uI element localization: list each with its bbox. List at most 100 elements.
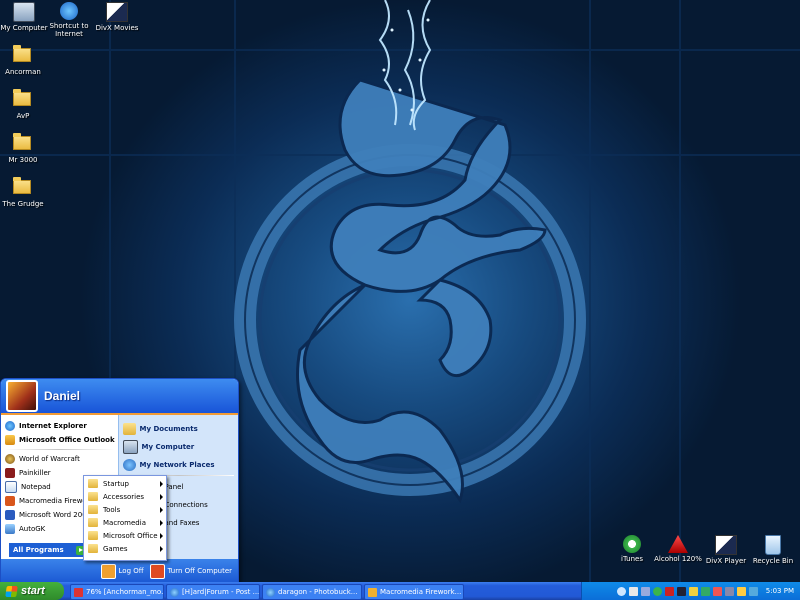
user-name: Daniel [44,389,81,403]
tray-chevron-icon[interactable] [616,586,626,596]
folder-icon [13,177,31,194]
tray-itunes-icon[interactable] [652,586,662,596]
tray-app-icon[interactable] [724,586,734,596]
tray-alcohol-icon[interactable] [664,586,674,596]
start-button[interactable]: start [0,582,64,600]
submenu-item-label: Accessories [103,492,145,501]
autogk-icon [5,524,15,534]
windows-flag-icon [5,585,18,597]
user-avatar[interactable] [6,380,38,412]
menu-item-my-network-places[interactable]: My Network Places [119,457,239,472]
taskbar-button-photobucket[interactable]: daragon - Photobuck... [262,584,362,600]
word-icon [5,510,15,520]
taskbar-button-autogk[interactable]: 76% [Anchorman_mo... [70,584,164,600]
ie-task-icon [170,587,179,597]
arrow-right-icon [160,533,163,539]
notepad-icon [5,481,17,493]
menu-item-label: My Computer [141,442,195,451]
desktop-icon-recycle-bin[interactable]: Recycle Bin [743,535,800,565]
submenu-item-tools[interactable]: Tools [84,503,166,516]
autogk-task-icon [74,587,83,597]
menu-item-label: Connections [164,500,208,509]
folder-icon [88,518,98,527]
menu-item-label: AutoGK [19,525,46,533]
tray-app-icon[interactable] [736,586,746,596]
submenu-item-macromedia[interactable]: Macromedia [84,516,166,529]
submenu-item-label: Games [103,544,128,553]
taskbar-button-fireworks[interactable]: Macromedia Firework... [364,584,464,600]
folder-icon [88,531,98,540]
painkiller-icon [5,468,15,478]
submenu-item-label: Macromedia [103,518,146,527]
menu-item-label: World of Warcraft [19,455,80,463]
log-off-button[interactable]: Log Off [100,563,144,579]
power-icon [149,563,165,579]
taskbar-button-label: daragon - Photobuck... [278,588,358,596]
desktop-folder-mr3000[interactable]: Mr 3000 [0,132,53,164]
arrow-right-icon [160,546,163,552]
my-computer-icon [13,2,35,22]
menu-item-label: Internet Explorer [19,422,87,430]
all-programs-label: All Programs [13,546,64,554]
start-menu-header: Daniel [1,379,238,413]
menu-item-my-computer[interactable]: My Computer [119,439,239,454]
arrow-right-icon [160,520,163,526]
fireworks-icon [5,496,15,506]
turn-off-label: Turn Off Computer [167,567,232,575]
menu-item-label: Microsoft Word 2003 [19,511,92,519]
submenu-item-games[interactable]: Games [84,542,166,555]
menu-item-internet-explorer[interactable]: Internet Explorer [1,420,118,432]
menu-item-label: Notepad [21,483,51,491]
arrow-right-icon [160,507,163,513]
menu-separator [5,449,114,450]
folder-icon [88,505,98,514]
desktop-folder-ancorman[interactable]: Ancorman [0,44,53,76]
log-off-label: Log Off [118,567,144,575]
submenu-item-startup[interactable]: Startup [84,477,166,490]
internet-explorer-icon [60,2,78,20]
desktop-icon-label: Recycle Bin [752,557,794,565]
desktop-icon-divx-movies[interactable]: DivX Movies [87,2,147,32]
arrow-right-icon [160,481,163,487]
taskbar: start 76% [Anchorman_mo... [H]ard|Forum … [0,582,800,600]
desktop-folder-the-grudge[interactable]: The Grudge [0,176,53,208]
menu-item-label: and Faxes [164,518,200,527]
tray-display-icon[interactable] [700,586,710,596]
menu-item-my-documents[interactable]: My Documents [119,421,239,436]
wow-icon [5,454,15,464]
desktop-folder-avp[interactable]: AvP [0,88,53,120]
alcohol-icon [668,535,688,553]
tray-antivirus-icon[interactable] [688,586,698,596]
tray-network-icon[interactable] [640,586,650,596]
my-documents-icon [122,422,136,435]
menu-item-label: My Documents [139,424,198,433]
folder-icon [13,89,31,106]
turn-off-button[interactable]: Turn Off Computer [149,563,232,579]
folder-icon [88,492,98,501]
submenu-item-accessories[interactable]: Accessories [84,490,166,503]
folder-icon [88,544,98,553]
tray-speaker-icon[interactable] [628,586,638,596]
menu-item-label: Microsoft Office Outlook [19,436,115,444]
desktop-icon-label: Ancorman [5,68,41,76]
desktop-icon-label: AvP [16,112,30,120]
tray-app-icon[interactable] [748,586,758,596]
folder-icon [13,133,31,150]
start-label: start [21,585,45,597]
submenu-item-label: Tools [103,505,121,514]
desktop-icon-label: Mr 3000 [8,156,38,164]
system-tray: 5:03 PM [581,582,800,600]
tray-divx-icon[interactable] [676,586,686,596]
menu-item-world-of-warcraft[interactable]: World of Warcraft [1,453,118,465]
menu-item-outlook[interactable]: Microsoft Office Outlook [1,434,118,446]
submenu-item-microsoft-office[interactable]: Microsoft Office [84,529,166,542]
tray-app-icon[interactable] [712,586,722,596]
recycle-bin-icon [765,535,781,555]
arrow-right-icon [160,494,163,500]
desktop-icon-label: DivX Movies [95,24,139,32]
submenu-item-label: Microsoft Office [103,531,158,540]
taskbar-button-hardforum[interactable]: [H]ard|Forum - Post ... [166,584,260,600]
all-programs-button[interactable]: All Programs [9,543,89,557]
itunes-icon [623,535,641,553]
clock[interactable]: 5:03 PM [766,587,794,595]
